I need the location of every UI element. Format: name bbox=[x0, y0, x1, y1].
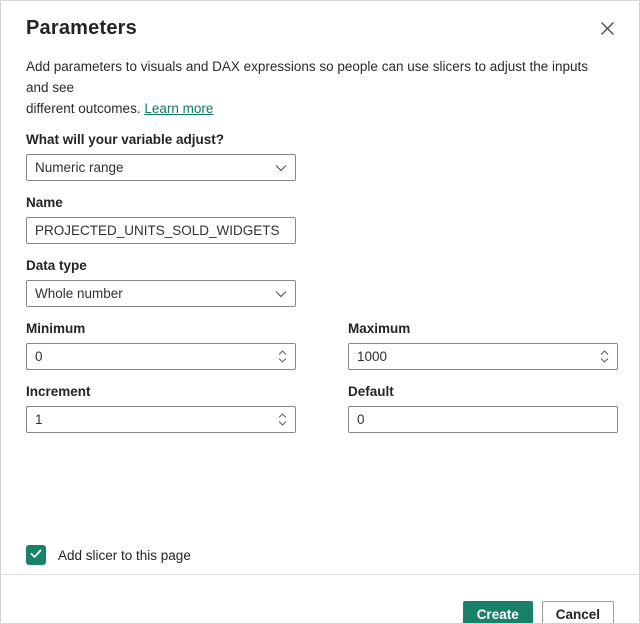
increment-spinner[interactable] bbox=[278, 413, 287, 426]
name-field-container bbox=[26, 217, 296, 244]
increment-input[interactable] bbox=[35, 412, 272, 427]
parameters-dialog: Parameters Add parameters to visuals and… bbox=[0, 0, 640, 624]
close-icon bbox=[600, 21, 615, 39]
data-type-label: Data type bbox=[26, 258, 87, 273]
create-button[interactable]: Create bbox=[462, 601, 533, 623]
chevron-down-icon bbox=[275, 290, 287, 298]
cancel-button[interactable]: Cancel bbox=[541, 601, 614, 623]
add-slicer-row: Add slicer to this page bbox=[26, 545, 614, 565]
chevron-down-icon bbox=[275, 164, 287, 172]
add-slicer-checkbox[interactable] bbox=[26, 545, 46, 565]
chevron-down-icon bbox=[278, 420, 287, 426]
chevron-down-icon bbox=[600, 357, 609, 363]
page-title: Parameters bbox=[26, 17, 137, 39]
increment-field-container bbox=[26, 406, 296, 433]
learn-more-link[interactable]: Learn more bbox=[144, 101, 213, 116]
increment-label: Increment bbox=[26, 384, 91, 399]
adjust-dropdown[interactable]: Numeric range bbox=[26, 154, 296, 181]
chevron-up-icon bbox=[600, 350, 609, 356]
description-line1: Add parameters to visuals and DAX expres… bbox=[26, 59, 589, 95]
footer-divider bbox=[1, 574, 639, 575]
add-slicer-label[interactable]: Add slicer to this page bbox=[58, 548, 191, 563]
default-input[interactable] bbox=[357, 412, 609, 427]
min-max-row: Minimum Maximum bbox=[26, 307, 618, 370]
chevron-up-icon bbox=[278, 350, 287, 356]
default-field-container bbox=[348, 406, 618, 433]
data-type-dropdown[interactable]: Whole number bbox=[26, 280, 296, 307]
checkmark-icon bbox=[30, 546, 42, 564]
maximum-spinner[interactable] bbox=[600, 350, 609, 363]
minimum-input[interactable] bbox=[35, 349, 272, 364]
name-label: Name bbox=[26, 195, 63, 210]
minimum-spinner[interactable] bbox=[278, 350, 287, 363]
chevron-down-icon bbox=[278, 357, 287, 363]
chevron-up-icon bbox=[278, 413, 287, 419]
data-type-dropdown-value: Whole number bbox=[35, 286, 123, 301]
maximum-label: Maximum bbox=[348, 321, 411, 336]
name-input[interactable] bbox=[35, 223, 287, 238]
maximum-field-container bbox=[348, 343, 618, 370]
minimum-label: Minimum bbox=[26, 321, 86, 336]
increment-default-row: Increment Default bbox=[26, 370, 618, 433]
adjust-label: What will your variable adjust? bbox=[26, 132, 225, 147]
dialog-header: Parameters bbox=[26, 13, 614, 42]
dialog-description: Add parameters to visuals and DAX expres… bbox=[26, 56, 612, 119]
maximum-input[interactable] bbox=[357, 349, 594, 364]
adjust-dropdown-value: Numeric range bbox=[35, 160, 124, 175]
dialog-footer: Create Cancel bbox=[26, 601, 614, 623]
description-line2: different outcomes. bbox=[26, 101, 141, 116]
close-button[interactable] bbox=[595, 18, 619, 42]
default-label: Default bbox=[348, 384, 394, 399]
minimum-field-container bbox=[26, 343, 296, 370]
